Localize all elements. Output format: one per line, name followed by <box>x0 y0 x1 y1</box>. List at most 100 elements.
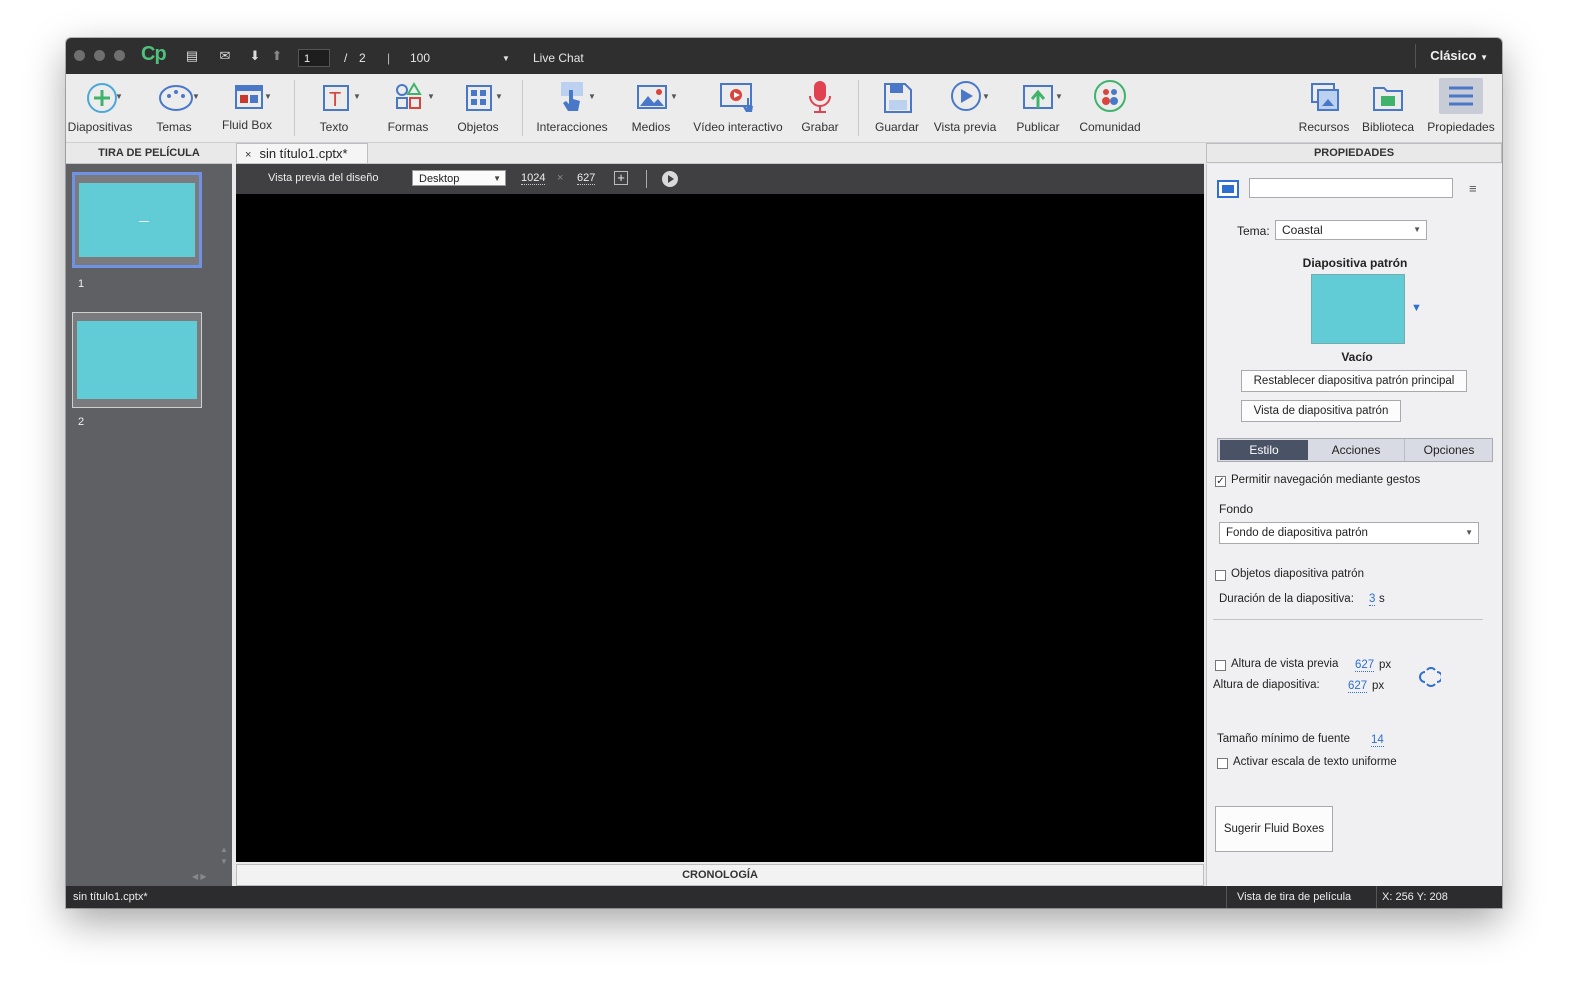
chevron-down-icon: ▼ <box>192 92 200 101</box>
publish-tool[interactable]: ▼ Publicar <box>1010 78 1066 142</box>
theme-label: Tema: <box>1237 224 1270 238</box>
themes-tool[interactable]: ▼ Temas <box>144 78 204 142</box>
tab-actions[interactable]: Acciones <box>1310 439 1402 461</box>
background-dropdown[interactable]: Fondo de diapositiva patrón ▼ <box>1219 522 1479 544</box>
chevron-down-icon: ▼ <box>982 92 990 101</box>
properties-icon <box>1439 78 1483 114</box>
document-tab[interactable]: × sin título1.cptx* <box>236 143 368 163</box>
divider <box>1376 886 1377 908</box>
save-tool[interactable]: Guardar <box>870 78 924 142</box>
theme-dropdown[interactable]: Coastal ▼ <box>1275 220 1427 240</box>
fluid-box-tool-label: Fluid Box <box>221 118 273 132</box>
height-field[interactable]: 627 <box>577 172 596 185</box>
suggest-fluid-boxes-button[interactable]: Sugerir Fluid Boxes <box>1215 806 1333 852</box>
add-breakpoint-icon[interactable]: + <box>614 171 628 185</box>
zoom-value[interactable]: 100 <box>410 51 430 65</box>
properties-tool[interactable]: Propiedades <box>1426 78 1496 142</box>
link-icon[interactable] <box>1419 662 1443 695</box>
chevron-down-icon: ▼ <box>1480 53 1488 62</box>
properties-header: PROPIEDADES <box>1206 143 1502 163</box>
mail-icon[interactable]: ✉ <box>217 48 233 64</box>
properties-panel: ≡ Tema: Coastal ▼ Diapositiva patrón ▼ V… <box>1206 164 1502 886</box>
interactive-video-tool[interactable]: Vídeo interactivo <box>693 78 783 142</box>
slide-thumbnail-2[interactable] <box>72 312 202 408</box>
horizontal-scroll-arrows-icon[interactable]: ◀ ▶ <box>192 872 207 881</box>
master-slide-thumbnail[interactable] <box>1311 274 1405 344</box>
interactions-tool-label: Interacciones <box>536 120 608 134</box>
preview-tool[interactable]: ▼ Vista previa <box>932 78 998 142</box>
min-font-label: Tamaño mínimo de fuente <box>1217 733 1350 745</box>
fluid-box-tool[interactable]: ▼ Fluid Box <box>216 78 278 142</box>
background-value: Fondo de diapositiva patrón <box>1226 527 1368 539</box>
properties-tabs: Estilo Acciones Opciones <box>1217 438 1493 462</box>
slide-thumbnail-1[interactable] <box>72 172 202 268</box>
slide-height-value[interactable]: 627 <box>1348 680 1368 693</box>
toolbar-divider <box>522 80 523 136</box>
slides-tool-label: Diapositivas <box>67 120 133 134</box>
workspace-mode-dropdown[interactable]: Clásico ▼ <box>1430 48 1488 63</box>
reset-master-button[interactable]: Restablecer diapositiva patrón principal <box>1241 370 1467 392</box>
title-bar: Cp ▤ ✉ ⬇ ⬆ 1 / 2 | 100 ▼ Live Chat Clási… <box>66 38 1502 74</box>
page-total: 2 <box>359 51 366 65</box>
slide-style-icon[interactable] <box>1217 180 1239 198</box>
preview-height-value[interactable]: 627 <box>1355 659 1375 672</box>
record-tool[interactable]: Grabar <box>794 78 846 142</box>
device-dropdown[interactable]: Desktop ▼ <box>412 170 506 186</box>
page-number-input[interactable]: 1 <box>298 49 330 67</box>
width-field[interactable]: 1024 <box>521 172 546 185</box>
library-tool[interactable]: Biblioteca <box>1360 78 1416 142</box>
master-objects-checkbox[interactable] <box>1215 570 1226 581</box>
divider <box>646 170 647 188</box>
minimize-window-button[interactable] <box>94 50 105 61</box>
assets-icon <box>1296 78 1352 114</box>
gestures-checkbox[interactable]: ✓ <box>1215 476 1226 487</box>
slide-preview <box>79 183 195 257</box>
panel-menu-icon[interactable]: ≡ <box>1469 181 1477 196</box>
master-dropdown-icon[interactable]: ▼ <box>1411 302 1422 314</box>
preview-height-checkbox[interactable] <box>1215 660 1226 671</box>
uniform-scale-checkbox[interactable] <box>1217 758 1228 769</box>
status-filename: sin título1.cptx* <box>73 891 148 903</box>
zoom-window-button[interactable] <box>114 50 125 61</box>
shapes-tool[interactable]: ▼ Formas <box>378 78 438 142</box>
community-tool[interactable]: Comunidad <box>1078 78 1142 142</box>
interactions-tool[interactable]: ▼ Interacciones <box>536 78 608 142</box>
assets-tool[interactable]: Recursos <box>1296 78 1352 142</box>
duration-label: Duración de la diapositiva: <box>1219 593 1354 605</box>
master-view-button[interactable]: Vista de diapositiva patrón <box>1241 400 1401 422</box>
objects-tool-label: Objetos <box>457 120 499 134</box>
chevron-down-icon: ▼ <box>264 92 272 101</box>
min-font-value[interactable]: 14 <box>1371 734 1384 747</box>
scroll-arrows-icon[interactable]: ▲ ▼ <box>220 844 228 868</box>
filmstrip-header: TIRA DE PELÍCULA <box>66 143 232 164</box>
save-tool-label: Guardar <box>874 120 920 134</box>
library-icon <box>1360 78 1416 114</box>
tab-options[interactable]: Opciones <box>1404 439 1493 461</box>
slide-notes-icon[interactable]: ▤ <box>184 48 200 64</box>
media-tool[interactable]: ▼ Medios <box>622 78 680 142</box>
layout-preview-bar: Vista previa del diseño Desktop ▼ 1024 ×… <box>236 164 1204 194</box>
close-window-button[interactable] <box>74 50 85 61</box>
divider <box>1226 886 1227 908</box>
slide-canvas[interactable] <box>236 194 1204 862</box>
svg-text:T: T <box>329 89 341 111</box>
uniform-scale-label: Activar escala de texto uniforme <box>1233 756 1397 768</box>
tab-style[interactable]: Estilo <box>1220 440 1308 460</box>
live-chat-link[interactable]: Live Chat <box>533 51 584 65</box>
slide-name-input[interactable] <box>1249 178 1453 198</box>
community-icon <box>1078 78 1142 114</box>
arrow-down-icon[interactable]: ⬇ <box>247 48 263 64</box>
play-icon[interactable] <box>662 171 678 187</box>
objects-tool[interactable]: ▼ Objetos <box>450 78 506 142</box>
chevron-down-icon: ▼ <box>1413 225 1421 234</box>
close-tab-icon[interactable]: × <box>245 149 251 161</box>
duration-value[interactable]: 3 <box>1369 593 1376 606</box>
master-slide-label: Diapositiva patrón <box>1302 256 1408 270</box>
slides-tool[interactable]: ▼ Diapositivas <box>66 78 134 142</box>
timeline-header[interactable]: CRONOLOGÍA <box>236 864 1204 886</box>
text-tool[interactable]: T ▼ Texto <box>306 78 362 142</box>
arrow-up-icon[interactable]: ⬆ <box>269 48 285 64</box>
zoom-dropdown-icon[interactable]: ▼ <box>502 54 510 63</box>
slide-height-label: Altura de diapositiva: <box>1213 679 1320 691</box>
toolbar-divider <box>294 80 295 136</box>
